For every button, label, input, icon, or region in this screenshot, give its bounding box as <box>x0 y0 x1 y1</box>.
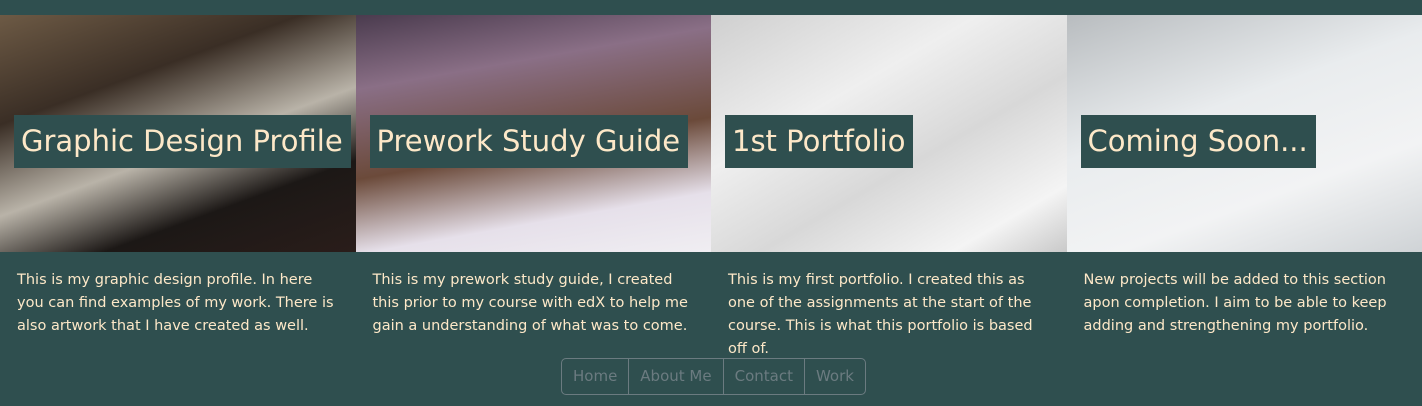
project-card-graphic-design[interactable]: Graphic Design Profile This is my graphi… <box>0 15 356 361</box>
project-card-prework[interactable]: Prework Study Guide This is my prework s… <box>355 15 711 361</box>
project-card-portfolio[interactable]: 1st Portfolio This is my first portfolio… <box>711 15 1067 361</box>
project-title[interactable]: Coming Soon... <box>1080 115 1316 168</box>
project-card-coming-soon[interactable]: Coming Soon... New projects will be adde… <box>1066 15 1422 361</box>
project-description: This is my graphic design profile. In he… <box>17 272 334 334</box>
project-title[interactable]: Prework Study Guide <box>369 115 689 168</box>
nav-home[interactable]: Home <box>562 359 630 394</box>
project-description: New projects will be added to this secti… <box>1083 272 1387 334</box>
project-image[interactable]: Graphic Design Profile <box>0 15 356 252</box>
project-description: This is my first portfolio. I created th… <box>728 272 1033 357</box>
project-title[interactable]: 1st Portfolio <box>725 115 914 168</box>
project-image[interactable]: 1st Portfolio <box>711 15 1067 252</box>
nav-about-me[interactable]: About Me <box>629 359 724 394</box>
project-cards: Graphic Design Profile This is my graphi… <box>0 15 1422 361</box>
project-image[interactable]: Coming Soon... <box>1066 15 1422 252</box>
footer-nav: Home About Me Contact Work <box>561 358 866 395</box>
project-title[interactable]: Graphic Design Profile <box>14 115 351 168</box>
project-description: This is my prework study guide, I create… <box>372 272 688 334</box>
nav-work[interactable]: Work <box>805 359 865 394</box>
project-image[interactable]: Prework Study Guide <box>355 15 711 252</box>
nav-contact[interactable]: Contact <box>724 359 805 394</box>
